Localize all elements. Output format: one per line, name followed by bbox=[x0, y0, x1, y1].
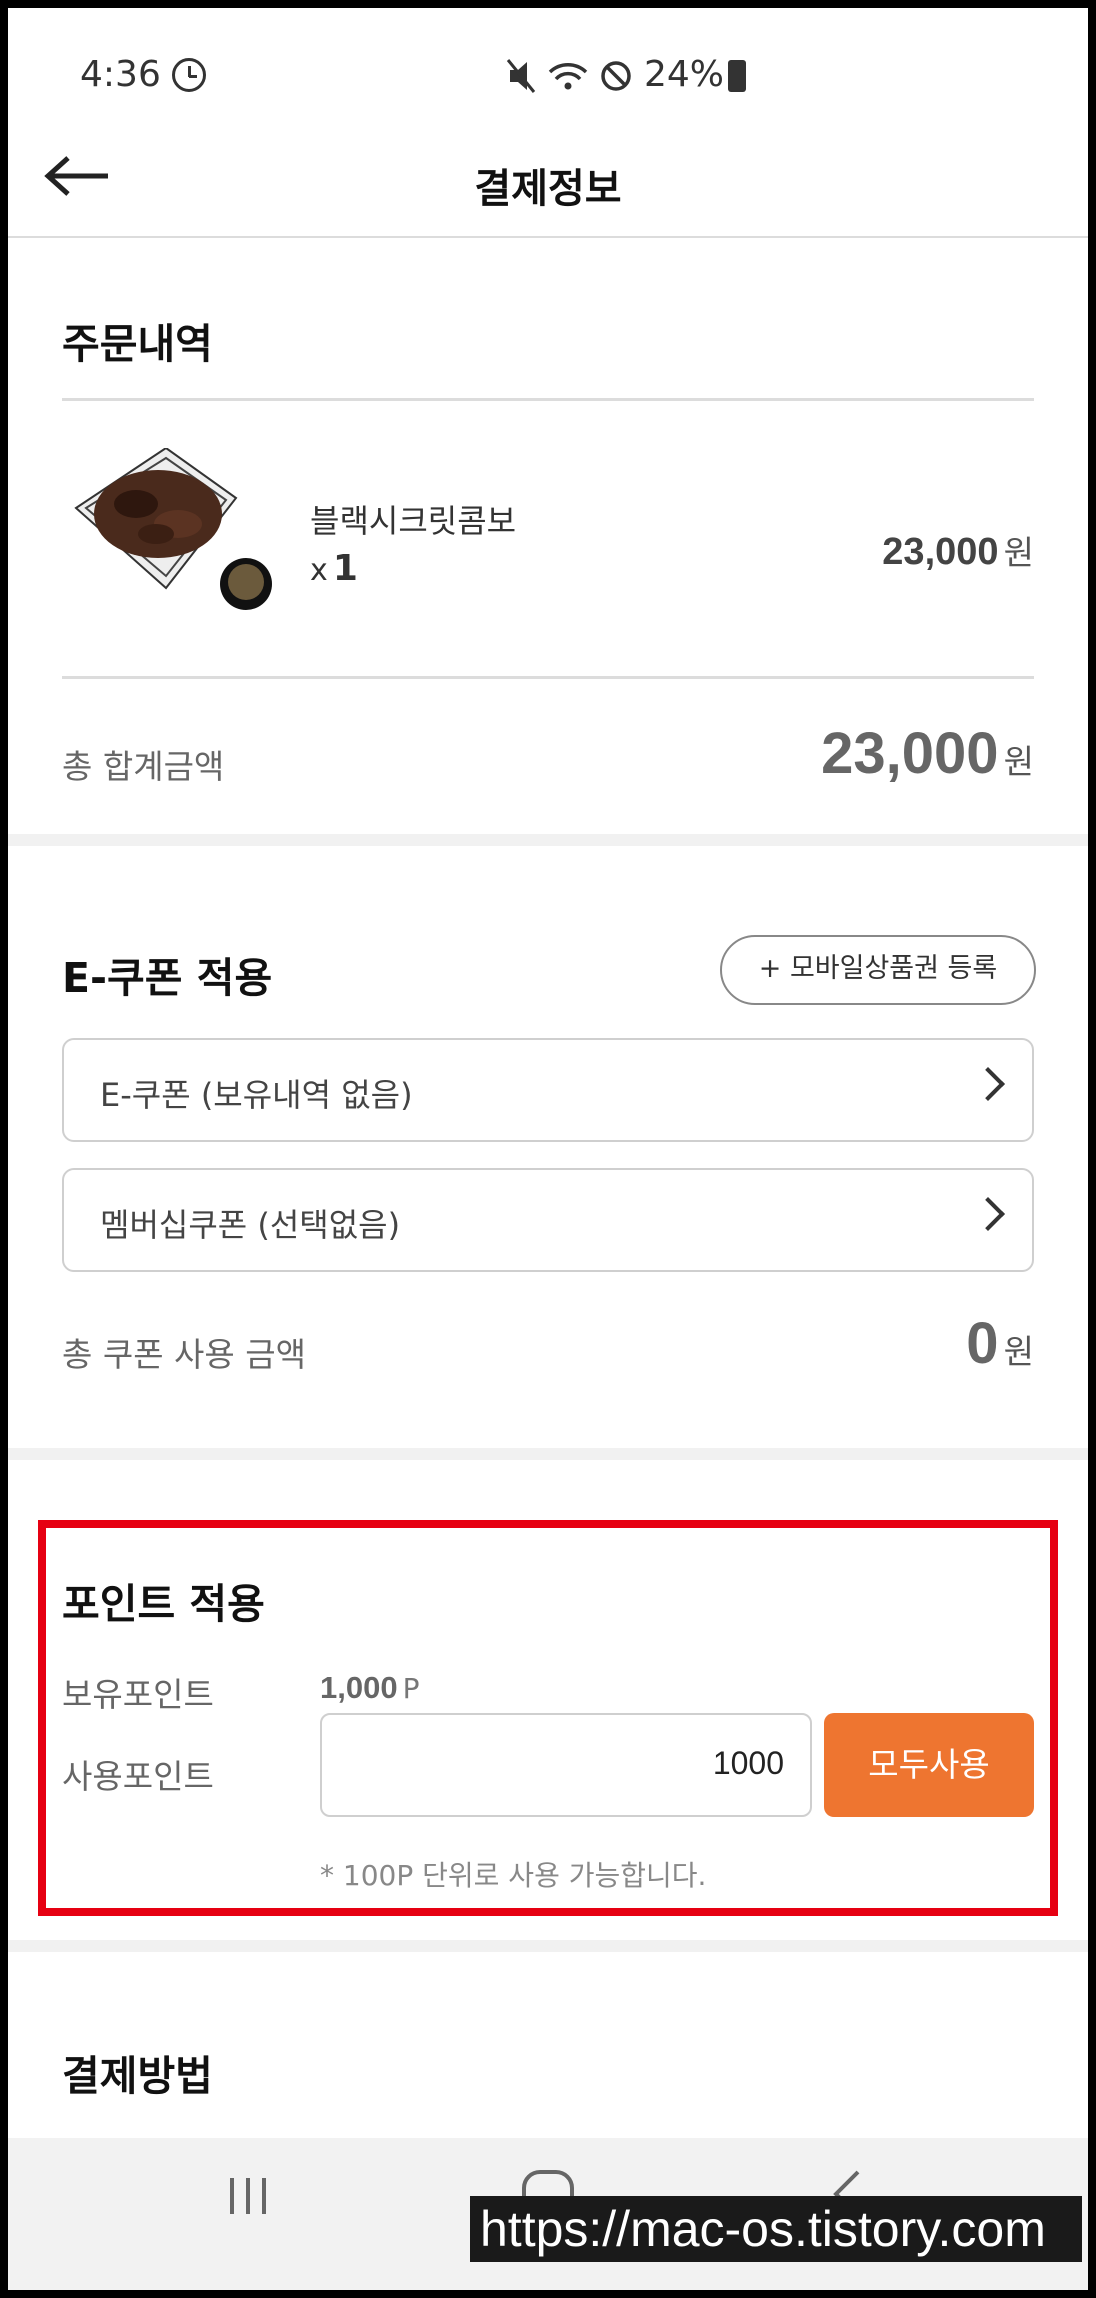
section-gap bbox=[8, 1448, 1088, 1460]
item-quantity: x 1 bbox=[310, 548, 358, 589]
item-price-value: 23,000 bbox=[882, 531, 999, 573]
coupon-section-title: E-쿠폰 적용 bbox=[62, 954, 273, 1002]
register-gift-card-button[interactable]: + 모바일상품권 등록 bbox=[720, 935, 1036, 1005]
order-total-value: 23,000 bbox=[821, 721, 999, 786]
ecoupon-select-label: E-쿠폰 (보유내역 없음) bbox=[100, 1076, 413, 1114]
product-image bbox=[66, 446, 280, 628]
page-title: 결제정보 bbox=[474, 166, 622, 212]
item-qty-prefix: x bbox=[310, 553, 328, 588]
order-total: 23,000 원 bbox=[821, 720, 1034, 787]
payment-section-title: 결제방법 bbox=[62, 2052, 213, 2100]
mute-wifi-dnd-icons bbox=[506, 59, 631, 93]
order-total-currency: 원 bbox=[1003, 742, 1034, 781]
membership-coupon-select[interactable]: 멤버십쿠폰 (선택없음) bbox=[62, 1168, 1034, 1272]
battery-percent: 24% bbox=[644, 54, 725, 95]
item-qty-value: 1 bbox=[332, 548, 358, 589]
order-divider-top bbox=[62, 398, 1034, 401]
recent-apps-icon[interactable] bbox=[226, 2176, 270, 2220]
order-divider-bottom bbox=[62, 676, 1034, 679]
section-gap bbox=[8, 1940, 1088, 1952]
alarm-clock-icon bbox=[172, 58, 206, 92]
section-gap bbox=[8, 834, 1088, 846]
coupon-total: 0 원 bbox=[966, 1310, 1034, 1377]
item-name: 블랙시크릿콤보 bbox=[310, 502, 517, 540]
coupon-total-label: 총 쿠폰 사용 금액 bbox=[62, 1335, 306, 1374]
order-section-title: 주문내역 bbox=[62, 320, 213, 368]
coupon-total-value: 0 bbox=[966, 1311, 999, 1376]
ecoupon-select[interactable]: E-쿠폰 (보유내역 없음) bbox=[62, 1038, 1034, 1142]
status-time: 4:36 bbox=[80, 54, 161, 95]
chevron-right-icon bbox=[971, 1197, 1005, 1231]
item-price: 23,000 원 bbox=[882, 526, 1034, 574]
app-screen: 4:36 24% 결제정보 주문내역 블랙시크릿콤보 x 1 23,000 원 … bbox=[8, 8, 1088, 2290]
highlight-box bbox=[38, 1520, 1058, 1916]
membership-coupon-label: 멤버십쿠폰 (선택없음) bbox=[100, 1206, 401, 1244]
order-total-label: 총 합계금액 bbox=[62, 747, 225, 786]
battery-icon bbox=[728, 60, 746, 92]
item-price-currency: 원 bbox=[1003, 533, 1034, 572]
watermark-url: https://mac-os.tistory.com bbox=[470, 2196, 1082, 2262]
chevron-right-icon bbox=[971, 1067, 1005, 1101]
coupon-total-currency: 원 bbox=[1003, 1332, 1034, 1371]
header-divider bbox=[8, 236, 1088, 238]
status-icons bbox=[506, 58, 636, 98]
